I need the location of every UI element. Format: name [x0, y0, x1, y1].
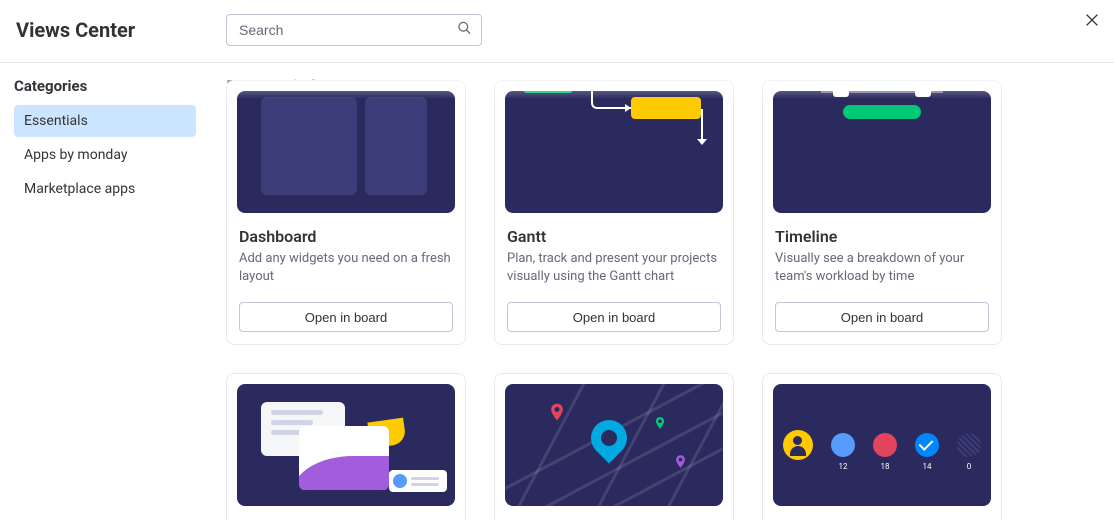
search-icon	[457, 21, 472, 40]
card-title: Dashboard	[239, 227, 453, 246]
sidebar-item-essentials[interactable]: Essentials	[14, 105, 196, 137]
sidebar-item-apps-by-monday[interactable]: Apps by monday	[14, 139, 196, 171]
workload-dot: 12	[831, 433, 855, 457]
card-workload: 12 18 14 0 Workload See who's busy and w…	[762, 373, 1002, 520]
thumb-timeline	[773, 91, 991, 213]
close-icon	[1084, 11, 1100, 33]
map-pin-icon	[547, 402, 567, 422]
card-title: Gantt	[507, 227, 721, 246]
card-desc: Add any widgets you need on a fresh layo…	[239, 250, 453, 286]
check-icon: 14	[915, 433, 939, 457]
cards-grid: Dashboard Add any widgets you need on a …	[226, 80, 1092, 520]
card-files-gallery: Files Gallery Manage and collaborate on …	[226, 373, 466, 520]
search-wrap	[226, 14, 482, 46]
card-timeline: Timeline Visually see a breakdown of you…	[762, 80, 1002, 345]
open-in-board-button[interactable]: Open in board	[775, 302, 989, 332]
sidebar-item-marketplace-apps[interactable]: Marketplace apps	[14, 173, 196, 205]
card-desc: Visually see a breakdown of your team's …	[775, 250, 989, 286]
page-title: Views Center	[16, 18, 226, 42]
thumb-dashboard	[237, 91, 455, 213]
thumb-gantt	[505, 91, 723, 213]
thumb-files-gallery	[237, 384, 455, 506]
card-dashboard: Dashboard Add any widgets you need on a …	[226, 80, 466, 345]
map-pin-icon	[673, 454, 688, 469]
search-input[interactable]	[226, 14, 482, 46]
open-in-board-button[interactable]: Open in board	[239, 302, 453, 332]
main: Essentials Dashboard Add any widgets you…	[210, 63, 1114, 520]
header: Views Center	[0, 0, 1114, 63]
workload-dot: 18	[873, 433, 897, 457]
sidebar-heading: Categories	[14, 77, 196, 95]
card-map: Map View locations from your board on a …	[494, 373, 734, 520]
close-button[interactable]	[1084, 12, 1100, 32]
sidebar: Categories Essentials Apps by monday Mar…	[0, 63, 210, 520]
thumb-map	[505, 384, 723, 506]
open-in-board-button[interactable]: Open in board	[507, 302, 721, 332]
card-desc: Plan, track and present your projects vi…	[507, 250, 721, 286]
workload-dot: 0	[957, 433, 981, 457]
avatar-icon	[783, 430, 813, 460]
thumb-workload: 12 18 14 0	[773, 384, 991, 506]
card-gantt: Gantt Plan, track and present your proje…	[494, 80, 734, 345]
map-pin-icon	[653, 416, 667, 430]
card-title: Timeline	[775, 227, 989, 246]
